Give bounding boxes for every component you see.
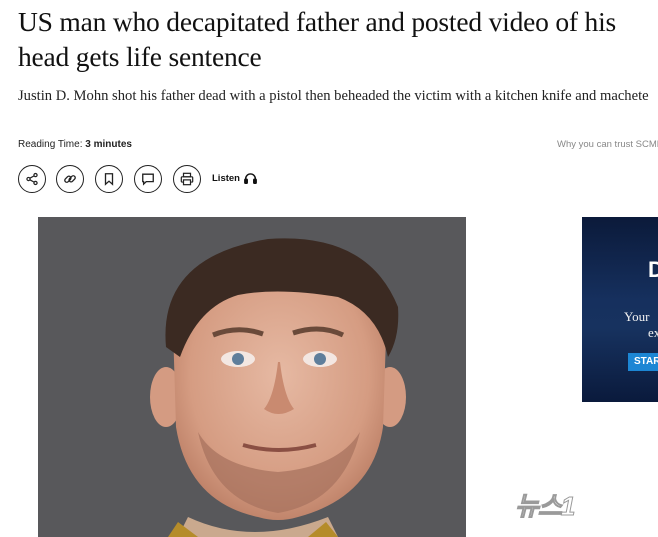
ad-headline-letter: D bbox=[648, 257, 658, 282]
ad-cta-button[interactable]: STAR bbox=[628, 353, 658, 371]
article-meta: Reading Time: 3 minutes Why you can trus… bbox=[18, 139, 658, 153]
article-subhead: Justin D. Mohn shot his father dead with… bbox=[18, 88, 649, 104]
listen-label: Listen bbox=[212, 172, 240, 184]
comment-icon bbox=[142, 173, 154, 186]
bookmark-button[interactable] bbox=[95, 165, 123, 193]
reading-time: Reading Time: 3 minutes bbox=[18, 139, 132, 150]
share-icon bbox=[26, 172, 38, 186]
advertisement-banner[interactable]: D Your ex STAR bbox=[582, 217, 658, 402]
comment-button[interactable] bbox=[134, 165, 162, 193]
mugshot-image bbox=[38, 217, 466, 537]
listen-button[interactable]: Listen bbox=[212, 172, 257, 184]
trust-link[interactable]: Why you can trust SCMP bbox=[557, 139, 658, 150]
bookmark-icon bbox=[104, 173, 114, 186]
article-photo bbox=[38, 217, 466, 537]
ad-text-line2: ex bbox=[648, 325, 658, 340]
watermark-text: 뉴스1 bbox=[514, 490, 575, 521]
reading-time-value: 3 minutes bbox=[85, 139, 132, 150]
link-icon bbox=[64, 175, 76, 183]
share-button[interactable] bbox=[18, 165, 46, 193]
reading-time-label: Reading Time: bbox=[18, 139, 86, 150]
print-button[interactable] bbox=[173, 165, 201, 193]
headphones-icon bbox=[244, 173, 257, 184]
article-toolbar: Listen bbox=[18, 165, 278, 195]
news1-watermark: 뉴스1 bbox=[514, 478, 655, 530]
ad-text-line1: Your bbox=[624, 309, 650, 324]
print-icon bbox=[180, 172, 194, 186]
copy-link-button[interactable] bbox=[56, 165, 84, 193]
article-headline: US man who decapitated father and posted… bbox=[18, 6, 617, 72]
